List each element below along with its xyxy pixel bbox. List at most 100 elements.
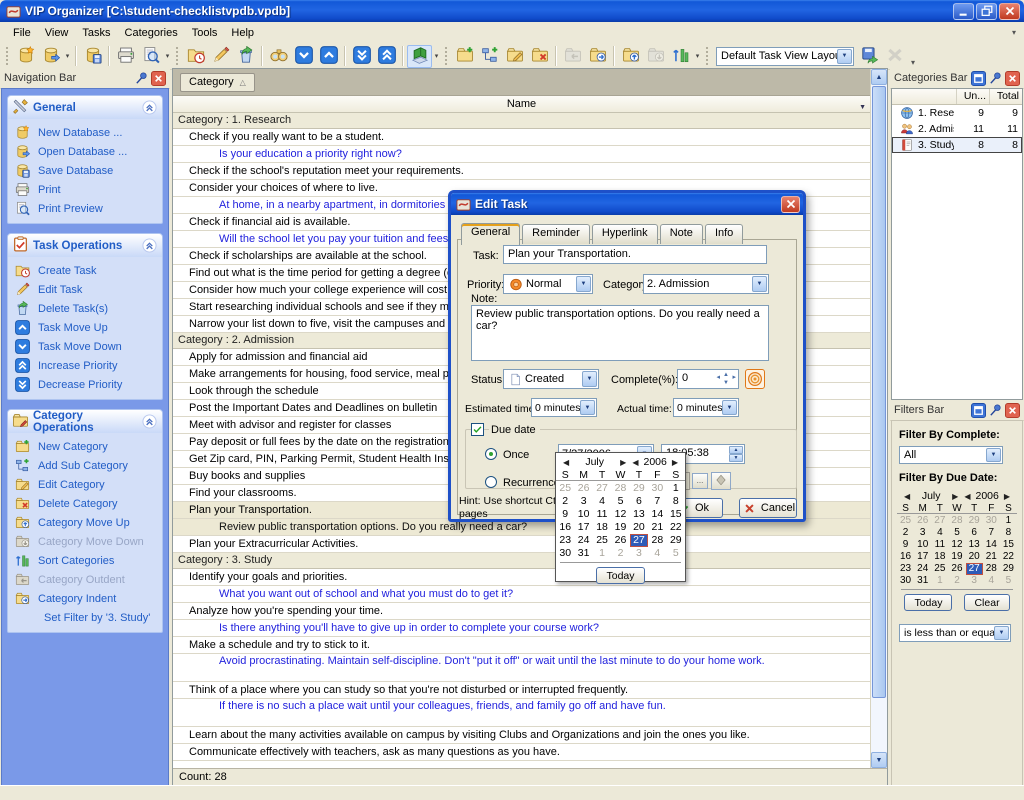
- task-row[interactable]: Is there anything you'll have to give up…: [173, 620, 870, 637]
- calendar-day[interactable]: 4: [648, 547, 666, 560]
- view-notes-button[interactable]: [407, 45, 432, 68]
- task-row[interactable]: Think of a place where you can study so …: [173, 682, 870, 699]
- chevron-down-icon[interactable]: ▼: [582, 371, 597, 387]
- scroll-down-icon[interactable]: ▼: [871, 752, 887, 768]
- spin-down-icon[interactable]: ▼: [729, 454, 743, 462]
- menu-help[interactable]: Help: [224, 24, 261, 42]
- chevron-down-icon[interactable]: ▼: [994, 626, 1009, 640]
- chevron-down-icon[interactable]: ▼: [986, 448, 1001, 462]
- calendar-day[interactable]: 1: [1000, 515, 1017, 527]
- calendar-day[interactable]: 11: [931, 539, 948, 551]
- calendar-day[interactable]: 7: [983, 527, 1000, 539]
- calendar-day[interactable]: 7: [648, 495, 666, 508]
- close-button[interactable]: [999, 3, 1020, 20]
- save-database-button[interactable]: [80, 45, 105, 68]
- sidebar-item-open-database[interactable]: Open Database ...: [8, 142, 162, 161]
- collapse-chevron-icon[interactable]: [142, 100, 158, 116]
- calendar-day[interactable]: 28: [983, 563, 1000, 575]
- calendar-day[interactable]: 3: [966, 575, 983, 587]
- prev-month-icon[interactable]: ◀: [901, 492, 913, 501]
- spin-up-down-icon[interactable]: ▲▼: [723, 371, 729, 387]
- calendar-day[interactable]: 12: [948, 539, 965, 551]
- today-button[interactable]: Today: [904, 594, 952, 611]
- category-outdent-button[interactable]: [560, 45, 585, 68]
- view-notes-dropdown-icon[interactable]: ▾: [432, 52, 441, 60]
- chevron-down-icon[interactable]: ▼: [580, 400, 595, 415]
- calendar-day[interactable]: 23: [556, 534, 574, 547]
- next-month-icon[interactable]: ▶: [949, 492, 961, 501]
- edit-task-button[interactable]: [208, 45, 233, 68]
- scrollbar-thumb[interactable]: [872, 86, 886, 698]
- category-move-up-button[interactable]: [618, 45, 643, 68]
- calendar-day[interactable]: 22: [667, 521, 685, 534]
- calendar-day[interactable]: 26: [574, 482, 592, 495]
- sidebar-item-edit-task[interactable]: Edit Task: [8, 280, 162, 299]
- calendar-day[interactable]: 3: [574, 495, 592, 508]
- calendar-day[interactable]: 29: [966, 515, 983, 527]
- complete-target-button[interactable]: [745, 369, 765, 389]
- calendar-day[interactable]: 30: [897, 575, 914, 587]
- category-indent-button[interactable]: [585, 45, 610, 68]
- task-row[interactable]: [173, 761, 870, 768]
- nav-section-header[interactable]: Category Operations: [8, 410, 162, 433]
- menu-categories[interactable]: Categories: [118, 24, 185, 42]
- menu-tools[interactable]: Tools: [185, 24, 225, 42]
- chevron-down-icon[interactable]: ▼: [722, 400, 737, 415]
- clear-button[interactable]: Clear: [964, 594, 1009, 611]
- calendar-day[interactable]: 6: [966, 527, 983, 539]
- calendar-day[interactable]: 26: [914, 515, 931, 527]
- calendar-day[interactable]: 24: [914, 563, 931, 575]
- calendar-day-selected[interactable]: 27: [630, 534, 648, 547]
- task-row[interactable]: Identify your goals and priorities.: [173, 569, 870, 586]
- calendar-day[interactable]: 14: [648, 508, 666, 521]
- task-row[interactable]: Check if you really want to be a student…: [173, 129, 870, 146]
- group-by-category-button[interactable]: Category △: [180, 73, 255, 92]
- calendar-day-selected[interactable]: 27: [966, 563, 983, 575]
- prev-month-icon[interactable]: ◀: [560, 458, 572, 467]
- menu-view[interactable]: View: [38, 24, 76, 42]
- float-panel-icon[interactable]: [971, 403, 986, 418]
- pushpin-icon[interactable]: [134, 71, 149, 86]
- prev-year-icon[interactable]: ◀: [629, 458, 641, 467]
- calendar-day[interactable]: 4: [931, 527, 948, 539]
- category-select[interactable]: 2. Admission ▼: [643, 274, 769, 294]
- sort-categories-dropdown-icon[interactable]: ▾: [693, 52, 702, 60]
- sidebar-item-task-move-up[interactable]: Task Move Up: [8, 318, 162, 337]
- column-header-name[interactable]: Name ▼: [173, 96, 870, 113]
- calendar-day[interactable]: 28: [611, 482, 629, 495]
- sidebar-item-print[interactable]: Print: [8, 180, 162, 199]
- calendar-day[interactable]: 25: [897, 515, 914, 527]
- sidebar-item-edit-category[interactable]: Edit Category: [8, 475, 162, 494]
- calendar-day[interactable]: 19: [948, 551, 965, 563]
- calendar-day[interactable]: 24: [574, 534, 592, 547]
- pushpin-icon[interactable]: [988, 71, 1003, 86]
- calendar-day[interactable]: 1: [593, 547, 611, 560]
- filter-complete-select[interactable]: All ▼: [899, 446, 1003, 464]
- collapse-chevron-icon[interactable]: [142, 414, 158, 430]
- delete-task-button[interactable]: [233, 45, 258, 68]
- calendar-day[interactable]: 29: [1000, 563, 1017, 575]
- next-year-icon[interactable]: ▶: [1001, 492, 1013, 501]
- open-database-dropdown-icon[interactable]: ▾: [63, 52, 72, 60]
- calendar-day[interactable]: 25: [593, 534, 611, 547]
- sidebar-item-category-indent[interactable]: Category Indent: [8, 589, 162, 608]
- task-row[interactable]: Communicate effectively with teachers, a…: [173, 744, 870, 761]
- sidebar-item-create-task[interactable]: Create Task: [8, 261, 162, 280]
- find-tasks-button[interactable]: [266, 45, 291, 68]
- edit-category-button[interactable]: [502, 45, 527, 68]
- task-row[interactable]: Is your education a priority right now?: [173, 146, 870, 163]
- calendar-day[interactable]: 5: [667, 547, 685, 560]
- close-icon[interactable]: [151, 71, 166, 86]
- calendar-day[interactable]: 1: [931, 575, 948, 587]
- calendar-day[interactable]: 5: [948, 527, 965, 539]
- calendar-day[interactable]: 16: [897, 551, 914, 563]
- task-row[interactable]: Analyze how you're spending your time.: [173, 603, 870, 620]
- cancel-button[interactable]: Cancel: [739, 498, 797, 518]
- task-row[interactable]: If there is no such a place wait until y…: [173, 699, 870, 727]
- calendar-day[interactable]: 11: [593, 508, 611, 521]
- sidebar-item-add-sub-category[interactable]: Add Sub Category: [8, 456, 162, 475]
- calendar-day[interactable]: 26: [948, 563, 965, 575]
- calendar-day[interactable]: 13: [630, 508, 648, 521]
- calendar-day[interactable]: 3: [914, 527, 931, 539]
- calendar-day[interactable]: 4: [983, 575, 1000, 587]
